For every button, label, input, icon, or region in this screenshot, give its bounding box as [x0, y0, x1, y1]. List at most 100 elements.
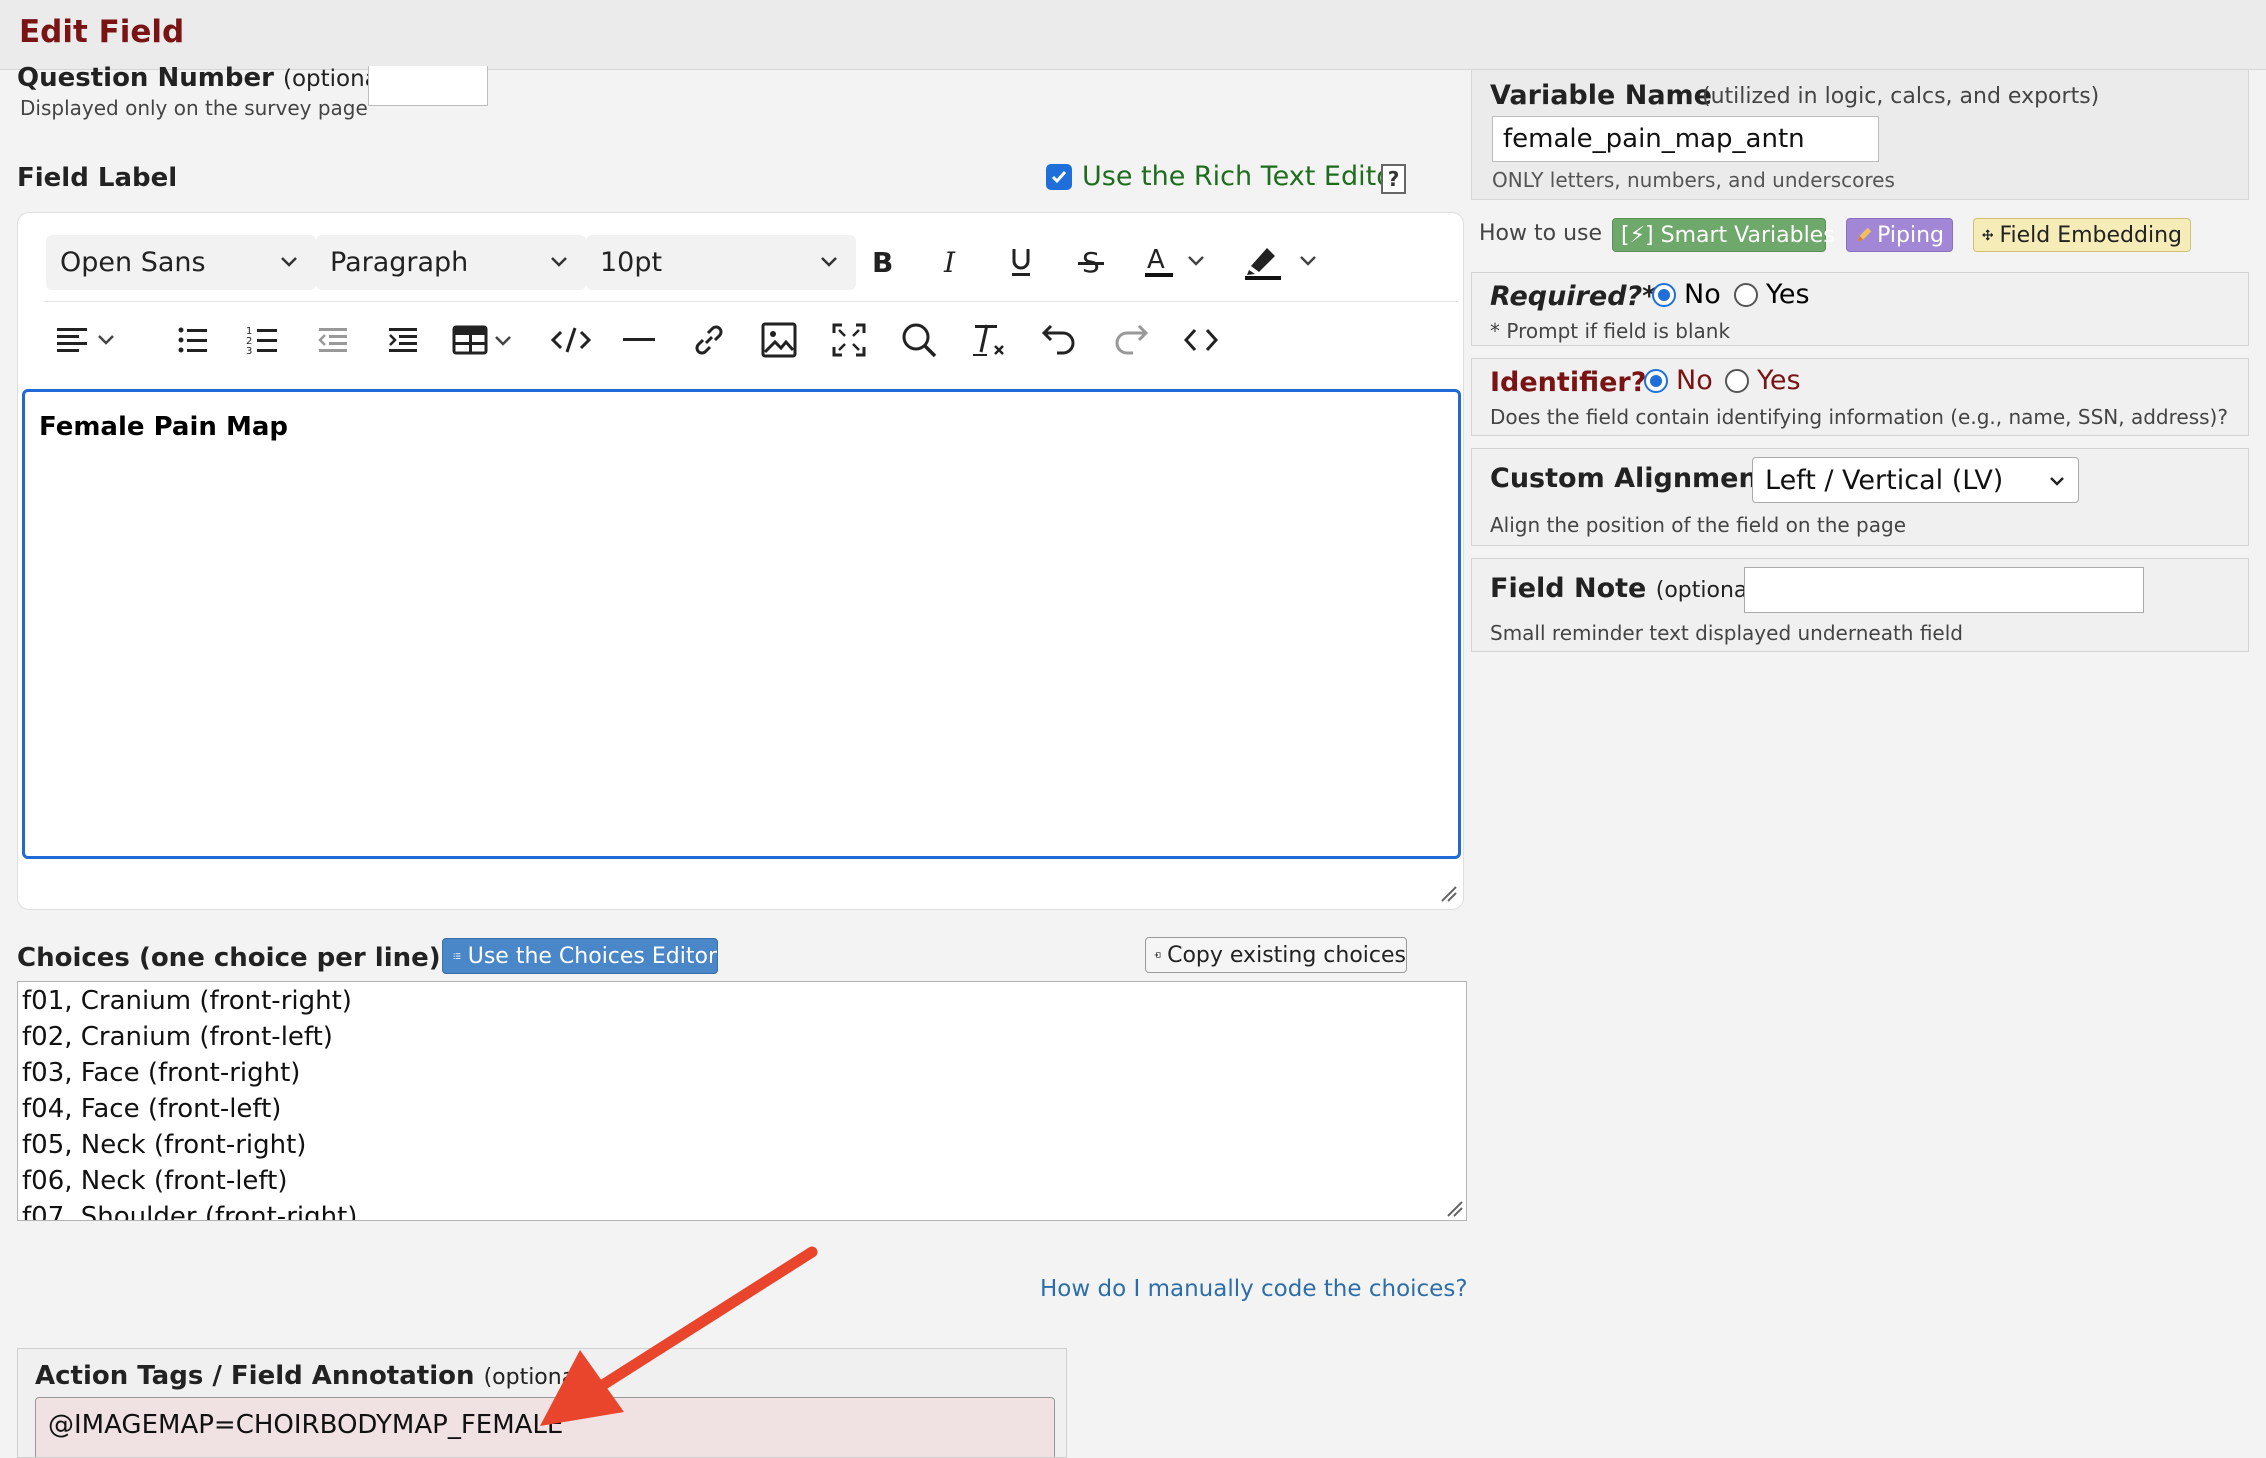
font-size-value: 10pt	[600, 247, 663, 278]
image-icon[interactable]	[749, 315, 809, 365]
variable-name-note: (utilized in logic, calcs, and exports)	[1702, 84, 2100, 109]
identifier-no-option[interactable]: No	[1644, 365, 1713, 396]
block-format-select[interactable]: Paragraph	[316, 235, 586, 290]
highlight-icon[interactable]	[1236, 237, 1326, 287]
required-yes-option[interactable]: Yes	[1734, 279, 1810, 310]
variable-name-label: Variable Name	[1490, 80, 1712, 111]
help-button[interactable]: ?	[1381, 164, 1406, 194]
indent-icon[interactable]	[378, 315, 428, 365]
variable-name-section: Variable Name (utilized in logic, calcs,…	[1471, 70, 2249, 200]
required-yes-radio[interactable]	[1734, 282, 1758, 307]
choice-line: f01, Cranium (front-right)	[22, 986, 352, 1016]
align-icon[interactable]	[46, 315, 126, 365]
alignment-select[interactable]: Left / Vertical (LV)	[1752, 457, 2079, 503]
alignment-value: Left / Vertical (LV)	[1765, 464, 2004, 496]
move-icon	[1982, 229, 1994, 241]
required-yes-label: Yes	[1766, 279, 1810, 310]
field-note-label-text: Field Note	[1490, 573, 1647, 604]
block-format-value: Paragraph	[330, 247, 469, 278]
editor-content-text: Female Pain Map	[39, 412, 288, 442]
alignment-hint: Align the position of the field on the p…	[1490, 513, 1907, 537]
manual-code-help-link[interactable]: How do I manually code the choices?	[1040, 1276, 1468, 1302]
table-icon[interactable]	[446, 315, 526, 365]
choices-editor-label: Use the Choices Editor	[467, 943, 717, 969]
text-color-icon[interactable]: A	[1136, 237, 1216, 287]
bullet-list-icon[interactable]	[168, 315, 218, 365]
alignment-section: Custom Alignment Left / Vertical (LV) Al…	[1471, 448, 2249, 546]
bold-icon[interactable]: B	[856, 237, 906, 287]
search-icon[interactable]	[889, 315, 949, 365]
smart-variables-button[interactable]: [⚡] Smart Variables	[1612, 218, 1835, 252]
field-note-label: Field Note (optional)	[1490, 573, 1762, 604]
field-embedding-label: Field Embedding	[1999, 222, 2182, 248]
strikethrough-icon[interactable]: S	[1066, 237, 1116, 287]
required-section: Required?* No Yes * Prompt if field is b…	[1471, 272, 2249, 346]
required-no-label: No	[1684, 279, 1721, 310]
font-size-select[interactable]: 10pt	[586, 235, 856, 290]
choice-line: f07, Shoulder (front-right)	[22, 1202, 358, 1221]
identifier-label: Identifier?	[1490, 367, 1647, 398]
field-embedding-button[interactable]: Field Embedding	[1973, 218, 2191, 252]
underline-icon[interactable]	[996, 237, 1046, 287]
fullscreen-icon[interactable]	[819, 315, 879, 365]
identifier-yes-option[interactable]: Yes	[1725, 365, 1801, 396]
piping-label: Piping	[1877, 222, 1944, 248]
clear-format-icon[interactable]	[959, 315, 1019, 365]
identifier-no-label: No	[1676, 365, 1713, 396]
horizontal-rule-icon[interactable]	[609, 315, 669, 365]
source-code-icon[interactable]	[1171, 315, 1231, 365]
redo-icon[interactable]	[1101, 315, 1161, 365]
editor-content-area[interactable]: Female Pain Map	[22, 389, 1461, 859]
choices-textarea[interactable]: f01, Cranium (front-right) f02, Cranium …	[17, 981, 1467, 1221]
chevron-down-icon	[281, 257, 297, 267]
identifier-yes-radio[interactable]	[1725, 368, 1749, 393]
dialog-title: Edit Field	[19, 14, 185, 50]
choice-line: f05, Neck (front-right)	[22, 1130, 307, 1160]
how-to-use-label: How to use	[1479, 221, 1603, 246]
identifier-no-radio[interactable]	[1644, 368, 1668, 393]
required-no-option[interactable]: No	[1652, 279, 1721, 310]
font-family-select[interactable]: Open Sans	[46, 235, 316, 290]
dialog-header: Edit Field	[0, 0, 2266, 70]
copy-choices-button[interactable]: Copy existing choices	[1145, 937, 1407, 973]
question-number-label: Question Number (optional)	[17, 63, 394, 93]
choices-label: Choices (one choice per line)	[17, 943, 441, 973]
svg-text:3: 3	[246, 346, 252, 357]
undo-icon[interactable]	[1029, 315, 1089, 365]
variable-name-input[interactable]: female_pain_map_antn	[1492, 116, 1879, 162]
action-tags-input[interactable]: @IMAGEMAP=CHOIRBODYMAP_FEMALE	[35, 1397, 1055, 1457]
action-tags-section: Action Tags / Field Annotation (optional…	[17, 1348, 1067, 1458]
link-icon[interactable]	[679, 315, 739, 365]
optional-text: (optional)	[483, 1365, 590, 1390]
identifier-yes-label: Yes	[1757, 365, 1801, 396]
rich-text-checkbox[interactable]	[1046, 163, 1072, 190]
question-number-input[interactable]	[368, 66, 488, 106]
rich-text-label: Use the Rich Text Editor	[1082, 161, 1404, 192]
import-icon	[1154, 952, 1161, 958]
pencil-icon	[1857, 227, 1872, 242]
field-label-heading: Field Label	[17, 163, 178, 193]
rich-text-editor: Open Sans Paragraph 10pt B I S A 123	[17, 212, 1464, 910]
rich-text-toggle[interactable]: Use the Rich Text Editor	[1046, 161, 1404, 192]
resize-handle-icon[interactable]	[1444, 1198, 1464, 1218]
copy-choices-label: Copy existing choices	[1167, 942, 1406, 968]
numbered-list-icon[interactable]: 123	[238, 315, 288, 365]
action-tags-label-text: Action Tags / Field Annotation	[35, 1361, 475, 1391]
toolbar-divider	[44, 301, 1458, 302]
chevron-down-icon	[821, 257, 837, 267]
resize-handle-icon[interactable]	[1438, 883, 1458, 903]
chevron-down-icon	[551, 257, 567, 267]
action-tags-value: @IMAGEMAP=CHOIRBODYMAP_FEMALE	[48, 1410, 564, 1440]
variable-name-hint: ONLY letters, numbers, and underscores	[1492, 168, 1895, 192]
italic-icon[interactable]: I	[926, 237, 976, 287]
field-note-input[interactable]	[1744, 567, 2144, 613]
piping-button[interactable]: Piping	[1846, 218, 1953, 252]
code-icon[interactable]	[541, 315, 601, 365]
identifier-section: Identifier? No Yes Does the field contai…	[1471, 358, 2249, 436]
required-no-radio[interactable]	[1652, 282, 1676, 307]
choices-editor-button[interactable]: Use the Choices Editor	[442, 938, 718, 974]
identifier-hint: Does the field contain identifying infor…	[1490, 405, 2228, 429]
question-number-label-text: Question Number	[17, 63, 274, 93]
field-note-hint: Small reminder text displayed underneath…	[1490, 621, 1963, 645]
outdent-icon[interactable]	[308, 315, 358, 365]
